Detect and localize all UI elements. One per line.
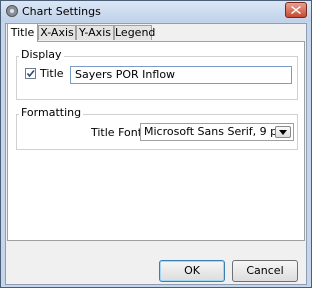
tab-y-axis[interactable]: Y-Axis [76,25,114,40]
dialog-body: Title X-Axis Y-Axis Legend Display Title… [5,23,307,285]
display-group-label: Display [19,48,64,61]
title-font-select[interactable]: Microsoft Sans Serif, 9 pt [140,123,294,141]
title-font-value: Microsoft Sans Serif, 9 pt [144,125,282,138]
title-font-label: Title Font: [91,126,146,139]
ok-button[interactable]: OK [159,260,225,282]
tab-title[interactable]: Title [7,23,38,42]
cancel-button[interactable]: Cancel [232,260,298,282]
close-icon [291,6,301,14]
formatting-group-label: Formatting [19,106,84,119]
tab-legend[interactable]: Legend [114,25,155,40]
display-group: Display Title Sayers POR Inflow [16,48,298,100]
checkmark-icon [26,69,35,78]
tab-x-axis[interactable]: X-Axis [38,25,76,40]
dropdown-arrow-icon [279,130,287,135]
title-tab-panel: Display Title Sayers POR Inflow Formatti… [7,41,305,241]
formatting-group: Formatting Title Font: Microsoft Sans Se… [16,106,298,150]
tab-strip: Title X-Axis Y-Axis Legend [6,23,306,42]
window-title: Chart Settings [22,5,101,18]
title-bar[interactable]: Chart Settings [1,1,311,22]
font-picker-button[interactable] [275,126,291,138]
chart-settings-dialog: Chart Settings Title X-Axis Y-Axis Legen… [0,0,312,288]
gear-icon [6,5,18,17]
close-button[interactable] [285,2,307,18]
title-checkbox[interactable] [25,68,36,79]
title-text-input[interactable]: Sayers POR Inflow [70,66,292,84]
title-checkbox-label[interactable]: Title [40,67,64,80]
